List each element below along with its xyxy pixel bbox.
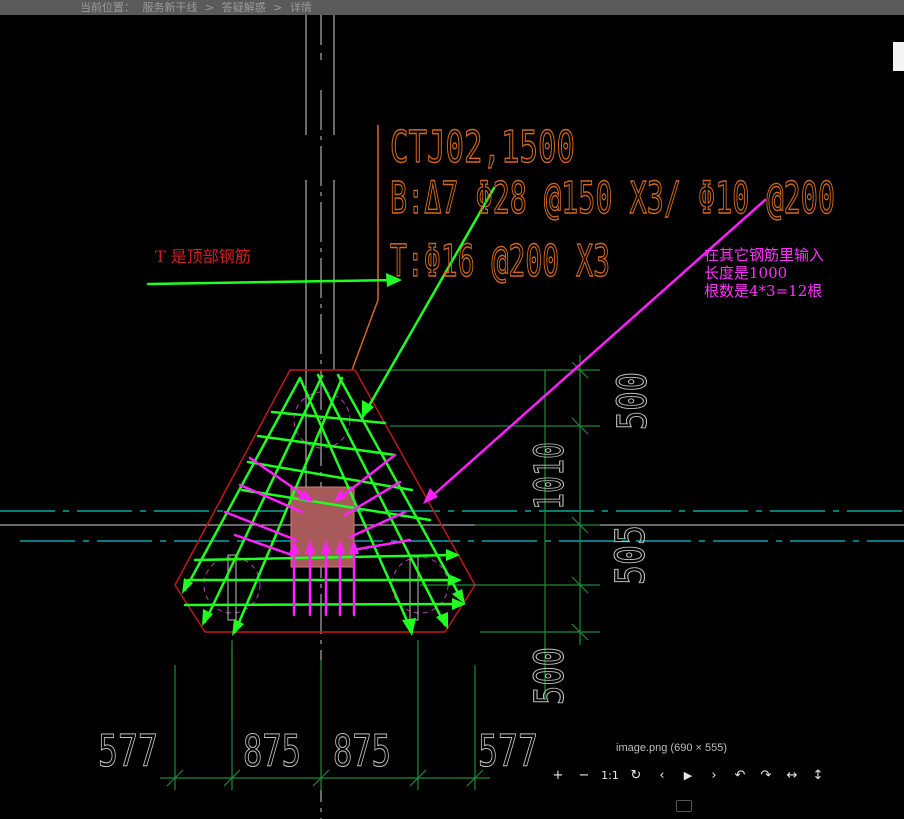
dim-bottom-1: 577 [98, 726, 158, 777]
actual-size-button[interactable]: 1:1 [598, 765, 622, 785]
dimension-labels: 500 1010 505 500 577 875 875 577 [97, 371, 656, 777]
note-line: 长度是1000 [704, 264, 788, 282]
next-icon[interactable]: › [702, 765, 726, 785]
label-leader [351, 125, 379, 371]
label-bottom-rebar: B:Δ7 Φ28 @150 X3/ Φ10 @200 [390, 173, 835, 224]
rotate-right-icon[interactable]: ↷ [754, 765, 778, 785]
label-ctj: CTJ02,1500 [390, 122, 575, 173]
flip-vertical-icon[interactable]: ↕ [806, 765, 830, 785]
dim-bottom-3: 875 [333, 726, 391, 777]
note-line: 根数是4*3=12根 [704, 282, 823, 300]
image-viewer-toolbar: + − 1:1 ↻ ‹ ▶ › ↶ ↷ ↔ ↕ [546, 765, 830, 785]
axis-lines [0, 510, 904, 542]
prev-icon[interactable]: ‹ [650, 765, 674, 785]
rotate-icon[interactable]: ↻ [624, 765, 648, 785]
zoom-out-icon[interactable]: − [572, 765, 596, 785]
dim-right-bottom: 500 [527, 647, 573, 705]
bottom-dimensions [160, 640, 490, 790]
top-rebar-note: T 是顶部钢筋 [155, 247, 251, 266]
dim-right-mid: 505 [608, 525, 654, 585]
dim-right-top: 500 [610, 372, 656, 430]
other-rebar-note: 在其它钢筋里输入 长度是1000 根数是4*3=12根 [704, 246, 824, 300]
label-top-rebar: T:Φ16 @200 X3 [390, 236, 610, 287]
zoom-in-icon[interactable]: + [546, 765, 570, 785]
play-icon[interactable]: ▶ [676, 765, 700, 785]
flip-horizontal-icon[interactable]: ↔ [780, 765, 804, 785]
dim-bottom-4: 577 [478, 726, 538, 777]
rotate-left-icon[interactable]: ↶ [728, 765, 752, 785]
note-line: 在其它钢筋里输入 [704, 246, 825, 264]
thumbnail-icon[interactable] [676, 800, 692, 812]
image-caption: image.png (690 × 555) [616, 742, 727, 754]
dim-bottom-2: 875 [243, 726, 301, 777]
cad-drawing: CTJ02,1500 B:Δ7 Φ28 @150 X3/ Φ10 @200 T:… [0, 15, 904, 819]
dim-right-total: 1010 [527, 442, 573, 510]
